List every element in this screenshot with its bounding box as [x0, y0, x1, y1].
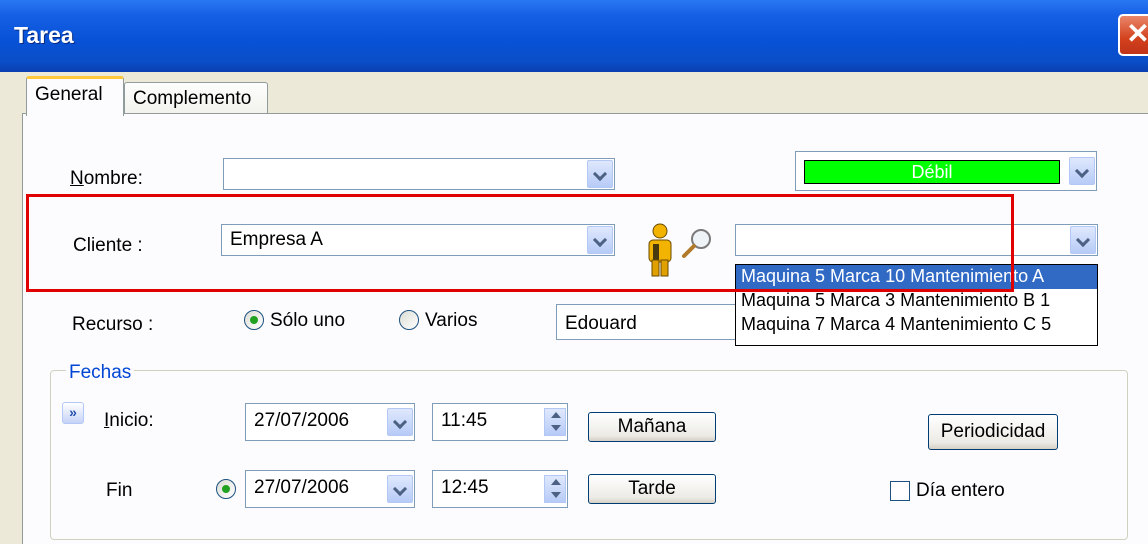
recurso-value: Edouard: [565, 313, 637, 334]
spinner-icon[interactable]: [544, 408, 566, 436]
radio-solo-uno-label: Sólo uno: [270, 310, 346, 331]
fin-time-input[interactable]: 12:45: [432, 470, 568, 508]
tarde-button-label: Tarde: [628, 478, 676, 499]
list-item[interactable]: Maquina 5 Marca 3 Mantenimiento B 1: [736, 289, 1097, 313]
highlight-box: [26, 194, 1014, 292]
strength-combo[interactable]: Débil: [795, 151, 1097, 191]
list-item[interactable]: Maquina 7 Marca 4 Mantenimiento C 5: [736, 313, 1097, 337]
radio-varios[interactable]: [399, 310, 419, 330]
radio-fin[interactable]: [216, 479, 236, 499]
radio-solo-uno[interactable]: [244, 310, 264, 330]
inicio-time-value: 11:45: [441, 410, 488, 431]
title-bar: Tarea ✕: [0, 0, 1148, 72]
fin-label: Fin: [106, 480, 133, 501]
nombre-label: Nombre:: [70, 168, 143, 189]
inicio-date-picker[interactable]: 27/07/2006: [245, 403, 415, 441]
strength-bar: Débil: [804, 160, 1060, 184]
window-title: Tarea: [14, 22, 74, 48]
manana-button[interactable]: Mañana: [588, 412, 716, 442]
close-icon: ✕: [1126, 18, 1148, 49]
nombre-combo[interactable]: [223, 158, 615, 190]
chevron-down-icon[interactable]: [587, 160, 613, 188]
periodicidad-button[interactable]: Periodicidad: [928, 414, 1058, 450]
dia-entero-checkbox[interactable]: [890, 481, 910, 501]
fin-time-value: 12:45: [441, 477, 489, 498]
fin-date-value: 27/07/2006: [254, 477, 350, 498]
tab-general-label: General: [35, 84, 103, 105]
tab-general[interactable]: General: [26, 76, 124, 116]
strength-text: Débil: [911, 162, 953, 182]
tab-complemento-label: Complemento: [133, 88, 252, 109]
recurso-label: Recurso :: [72, 314, 154, 335]
fechas-groupbox: [50, 370, 1128, 540]
recurso-combo[interactable]: Edouard: [556, 304, 756, 340]
chevron-down-icon[interactable]: [387, 475, 413, 503]
double-chevron-down-icon[interactable]: »: [62, 402, 84, 424]
tarde-button[interactable]: Tarde: [588, 474, 716, 504]
inicio-date-value: 27/07/2006: [254, 410, 350, 431]
radio-varios-label: Varios: [425, 310, 478, 331]
chevron-down-icon[interactable]: [387, 408, 413, 436]
fin-date-picker[interactable]: 27/07/2006: [245, 470, 415, 508]
manana-button-label: Mañana: [617, 416, 687, 437]
dia-entero-label: Día entero: [916, 480, 1005, 501]
inicio-label: Inicio:: [104, 410, 154, 431]
spinner-icon[interactable]: [544, 475, 566, 503]
chevron-down-icon[interactable]: [1070, 226, 1096, 254]
periodicidad-label: Periodicidad: [940, 421, 1046, 442]
fechas-title: Fechas: [66, 362, 135, 384]
chevron-down-icon[interactable]: [1069, 157, 1095, 185]
inicio-time-input[interactable]: 11:45: [432, 403, 568, 441]
close-button[interactable]: ✕: [1118, 14, 1148, 56]
